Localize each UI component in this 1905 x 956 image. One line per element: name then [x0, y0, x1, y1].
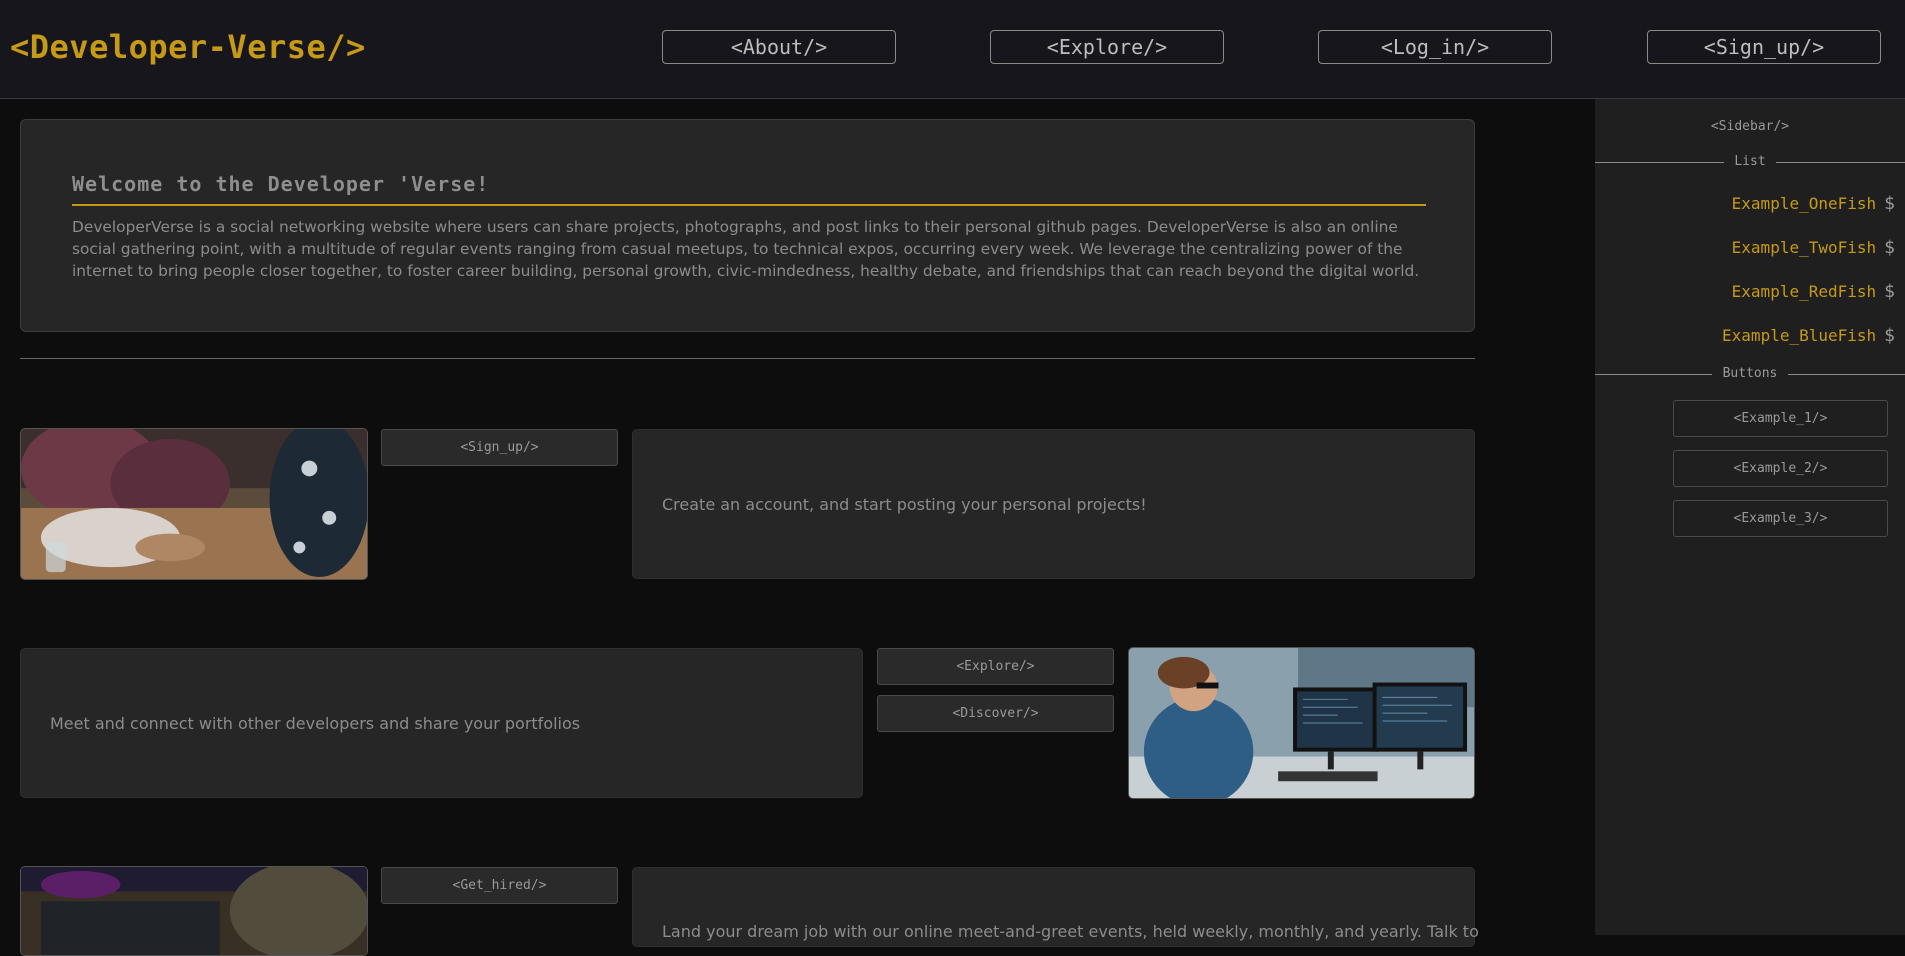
welcome-panel: Welcome to the Developer 'Verse! Develop… — [20, 119, 1475, 332]
sidebar-item-twofish[interactable]: Example_TwoFish $ — [1732, 235, 1895, 259]
section-divider — [20, 358, 1475, 359]
nav-login-button[interactable]: <Log_in/> — [1318, 30, 1552, 64]
laptop-desk-photo — [20, 866, 368, 956]
sidebar-item-redfish[interactable]: Example_RedFish $ — [1732, 279, 1895, 303]
welcome-title: Welcome to the Developer 'Verse! — [72, 172, 490, 196]
nav-signup-button[interactable]: <Sign_up/> — [1647, 30, 1881, 64]
nav-about-button[interactable]: <About/> — [662, 30, 896, 64]
signup-info-card: Create an account, and start posting you… — [632, 429, 1475, 579]
row-signup-button[interactable]: <Sign_up/> — [381, 429, 618, 466]
connect-info-card: Meet and connect with other developers a… — [20, 648, 863, 798]
sidebar: <Sidebar/> List Example_OneFish $ Exampl… — [1595, 99, 1905, 935]
sidebar-example-2-button[interactable]: <Example_2/> — [1673, 450, 1888, 487]
row-discover-button[interactable]: <Discover/> — [877, 695, 1114, 732]
welcome-description: DeveloperVerse is a social networking we… — [72, 218, 1420, 280]
sidebar-item-label: Example_RedFish — [1731, 281, 1877, 301]
dollar-icon: $ — [1884, 324, 1895, 346]
welcome-divider — [72, 204, 1426, 206]
connect-info-text: Meet and connect with other developers a… — [50, 714, 581, 733]
sidebar-list-separator: List — [1595, 154, 1905, 170]
site-logo[interactable]: <Developer-Verse/> — [10, 28, 366, 66]
sidebar-item-label: Example_TwoFish — [1731, 237, 1877, 257]
hired-info-text: Land your dream job with our online meet… — [662, 922, 1479, 941]
sidebar-item-label: Example_OneFish — [1731, 193, 1877, 213]
sidebar-title: <Sidebar/> — [1710, 119, 1790, 134]
signup-info-text: Create an account, and start posting you… — [662, 495, 1147, 514]
sidebar-list-label: List — [1734, 154, 1766, 169]
developer-at-computer-photo — [1128, 647, 1475, 799]
sidebar-buttons-label: Buttons — [1722, 366, 1778, 381]
top-nav-bar: <Developer-Verse/> <About/> <Explore/> <… — [0, 0, 1905, 99]
row-explore-button[interactable]: <Explore/> — [877, 648, 1114, 685]
row-get-hired-button[interactable]: <Get_hired/> — [381, 867, 618, 904]
team-meeting-photo — [20, 428, 368, 580]
dollar-icon: $ — [1884, 236, 1895, 258]
dollar-icon: $ — [1884, 192, 1895, 214]
hired-info-card: Land your dream job with our online meet… — [632, 867, 1479, 947]
sidebar-example-1-button[interactable]: <Example_1/> — [1673, 400, 1888, 437]
sidebar-item-bluefish[interactable]: Example_BlueFish $ — [1722, 323, 1895, 347]
sidebar-buttons-separator: Buttons — [1595, 366, 1905, 382]
sidebar-example-3-button[interactable]: <Example_3/> — [1673, 500, 1888, 537]
dollar-icon: $ — [1884, 280, 1895, 302]
sidebar-item-onefish[interactable]: Example_OneFish $ — [1732, 191, 1895, 215]
nav-explore-button[interactable]: <Explore/> — [990, 30, 1224, 64]
sidebar-item-label: Example_BlueFish — [1722, 325, 1877, 345]
